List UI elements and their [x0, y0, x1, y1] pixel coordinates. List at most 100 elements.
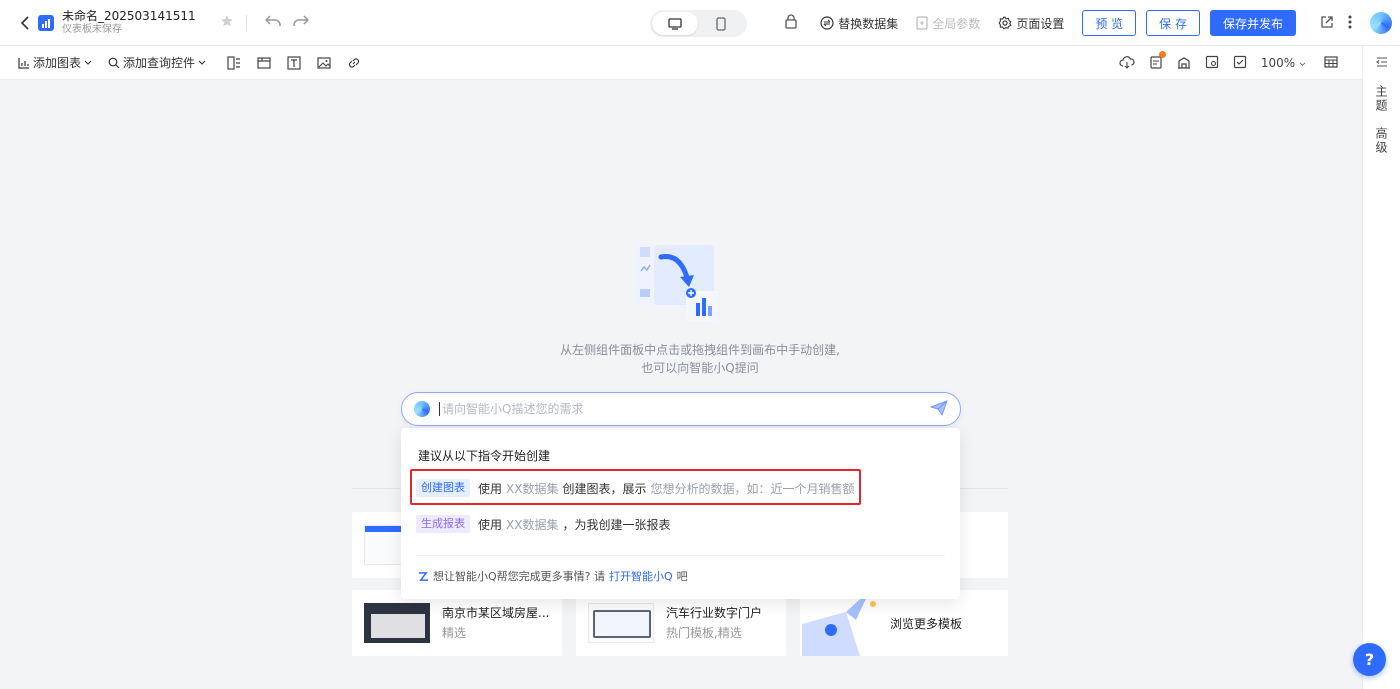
row1-dataset: XX数据集 [506, 481, 559, 496]
suggestion-generate-report[interactable]: 生成报表 使用 XX数据集 ，为我创建一张报表 [416, 513, 670, 535]
search-icon [108, 57, 120, 68]
theme-tab[interactable]: 主题 [1373, 85, 1390, 113]
back-icon[interactable] [12, 10, 38, 36]
add-query-label: 添加查询控件 [123, 56, 196, 70]
device-toggle [650, 10, 747, 37]
preview-button[interactable]: 预 览 [1082, 10, 1137, 36]
open-xiaoq-link[interactable]: 打开智能小Q [609, 568, 673, 584]
chevron-down-icon [1299, 62, 1306, 66]
xiaoq-logo-icon[interactable] [1370, 12, 1392, 34]
cloud-sync-icon[interactable] [1119, 55, 1135, 72]
suggestion-popup: 建议从以下指令开始创建 创建图表 使用 XX数据集 创建图表，展示 您想分析的数… [401, 428, 960, 599]
save-publish-button[interactable]: 保存并发布 [1209, 10, 1296, 36]
template-text: 汽车行业数字门户 热门模板,精选 [666, 603, 762, 643]
notification-icon[interactable] [1149, 51, 1166, 72]
template-name: 汽车行业数字门户 [666, 606, 763, 620]
template-text: 南京市某区域房屋... 精选 [442, 603, 549, 643]
bar-chart-icon [18, 57, 29, 69]
text-icon[interactable] [286, 55, 302, 71]
gear-icon [998, 16, 1012, 30]
generate-report-tag: 生成报表 [416, 515, 470, 533]
right-side-panel: 主题 高级 [1362, 46, 1400, 689]
toolbar-right: 100% [1119, 46, 1338, 80]
template-name: 南京市某区域房屋... [442, 606, 550, 620]
tabs-container-icon[interactable] [256, 55, 272, 71]
link-icon[interactable] [346, 55, 362, 71]
dashboard-title[interactable]: 未命名_202503141511 [62, 9, 196, 23]
more-menu-icon[interactable] [1348, 15, 1352, 32]
page-settings-button[interactable]: 页面设置 [998, 15, 1064, 32]
replace-dataset-button[interactable]: 替换数据集 [820, 15, 898, 32]
template-card-auto[interactable]: 汽车行业数字门户 热门模板,精选 [576, 590, 786, 656]
lock-icon[interactable] [784, 14, 798, 32]
browse-more-templates[interactable]: 浏览更多模板 [800, 590, 1008, 656]
title-block: 未命名_202503141511 仪表板未保存 [62, 9, 196, 37]
template-tag: 热门模板,精选 [666, 626, 742, 640]
suggestion-divider [416, 555, 945, 556]
chevron-down-icon [84, 60, 92, 65]
save-button[interactable]: 保 存 [1146, 10, 1200, 36]
row2-text-2: ，为我创建一张报表 [562, 517, 671, 532]
layout-icon[interactable] [226, 55, 242, 71]
send-icon[interactable] [930, 400, 948, 419]
template-thumbnail [588, 603, 654, 643]
ask-input[interactable] [442, 402, 930, 416]
image-icon[interactable] [316, 55, 332, 71]
create-chart-tag: 创建图表 [416, 479, 470, 497]
global-params-label: 全局参数 [932, 16, 981, 31]
row1-text-2: 创建图表，展示 [562, 481, 647, 496]
template-tag: 精选 [442, 626, 467, 640]
suggestion-title: 建议从以下指令开始创建 [418, 449, 551, 463]
ask-xiaoq-bar[interactable] [401, 392, 961, 426]
advanced-tab[interactable]: 高级 [1373, 127, 1390, 155]
undo-icon[interactable] [264, 15, 281, 30]
grid-table-icon[interactable] [1324, 55, 1338, 71]
row2-dataset: XX数据集 [506, 517, 559, 532]
divider [245, 14, 247, 31]
text-cursor [439, 402, 440, 416]
building-icon[interactable] [1177, 55, 1191, 72]
add-chart-label: 添加图表 [33, 56, 82, 70]
save-status: 仪表板未保存 [62, 23, 122, 35]
redo-icon[interactable] [292, 15, 309, 30]
top-header: 未命名_202503141511 仪表板未保存 替换数据集 全局参数 页面设置 … [0, 0, 1400, 46]
template-card-nanjing[interactable]: 南京市某区域房屋... 精选 [352, 590, 562, 656]
suggestion-create-chart[interactable]: 创建图表 使用 XX数据集 创建图表，展示 您想分析的数据，如：近一个月销售额 [416, 477, 859, 499]
help-question-icon[interactable]: ? [1353, 643, 1386, 676]
editor-toolbar: 添加图表 添加查询控件 100% [0, 46, 1362, 80]
hint-line-2: 也可以向智能小Q提问 [641, 361, 759, 375]
desktop-view-button[interactable] [652, 12, 698, 35]
row1-example: 您想分析的数据，如：近一个月销售额 [650, 481, 855, 496]
browse-more-label: 浏览更多模板 [890, 616, 963, 631]
header-actions: 替换数据集 全局参数 页面设置 预 览 保 存 保存并发布 [784, 0, 1400, 46]
row2-text-1: 使用 [478, 517, 503, 532]
desktop-icon [668, 17, 682, 30]
hint-line-1: 从左侧组件面板中点击或拖拽组件到画布中手动创建, [560, 343, 840, 357]
collapse-panel-icon[interactable] [1375, 56, 1388, 71]
swap-icon [820, 16, 834, 30]
add-query-control-button[interactable]: 添加查询控件 [108, 54, 206, 71]
global-params-button[interactable]: 全局参数 [916, 15, 980, 32]
template-thumbnail [364, 603, 430, 643]
zoom-value: 100% [1260, 56, 1296, 70]
page-settings-label: 页面设置 [1016, 16, 1065, 31]
mobile-view-button[interactable] [698, 12, 744, 35]
mobile-icon [716, 16, 726, 31]
add-chart-button[interactable]: 添加图表 [18, 54, 92, 71]
xiaoq-small-icon [418, 571, 429, 581]
zoom-select[interactable]: 100% [1261, 56, 1306, 70]
suggestion-footer: 想让智能小Q帮您完成更多事情? 请 打开智能小Q 吧 [418, 568, 688, 584]
notification-badge [1158, 51, 1166, 58]
dashboard-app-icon [38, 14, 54, 31]
chevron-down-icon [198, 60, 206, 65]
checklist-icon[interactable] [1233, 55, 1247, 72]
footer-text-end: 吧 [676, 570, 688, 583]
star-icon[interactable] [220, 14, 234, 31]
settings-doc-icon[interactable] [1205, 55, 1219, 72]
share-icon[interactable] [1320, 15, 1334, 32]
browse-more-illustration-icon [802, 590, 876, 656]
params-icon [916, 16, 928, 30]
xiaoq-logo-icon [414, 401, 430, 417]
empty-canvas-illustration-icon [637, 243, 718, 321]
canvas-hint: 从左侧组件面板中点击或拖拽组件到画布中手动创建, 也可以向智能小Q提问 [480, 341, 920, 377]
